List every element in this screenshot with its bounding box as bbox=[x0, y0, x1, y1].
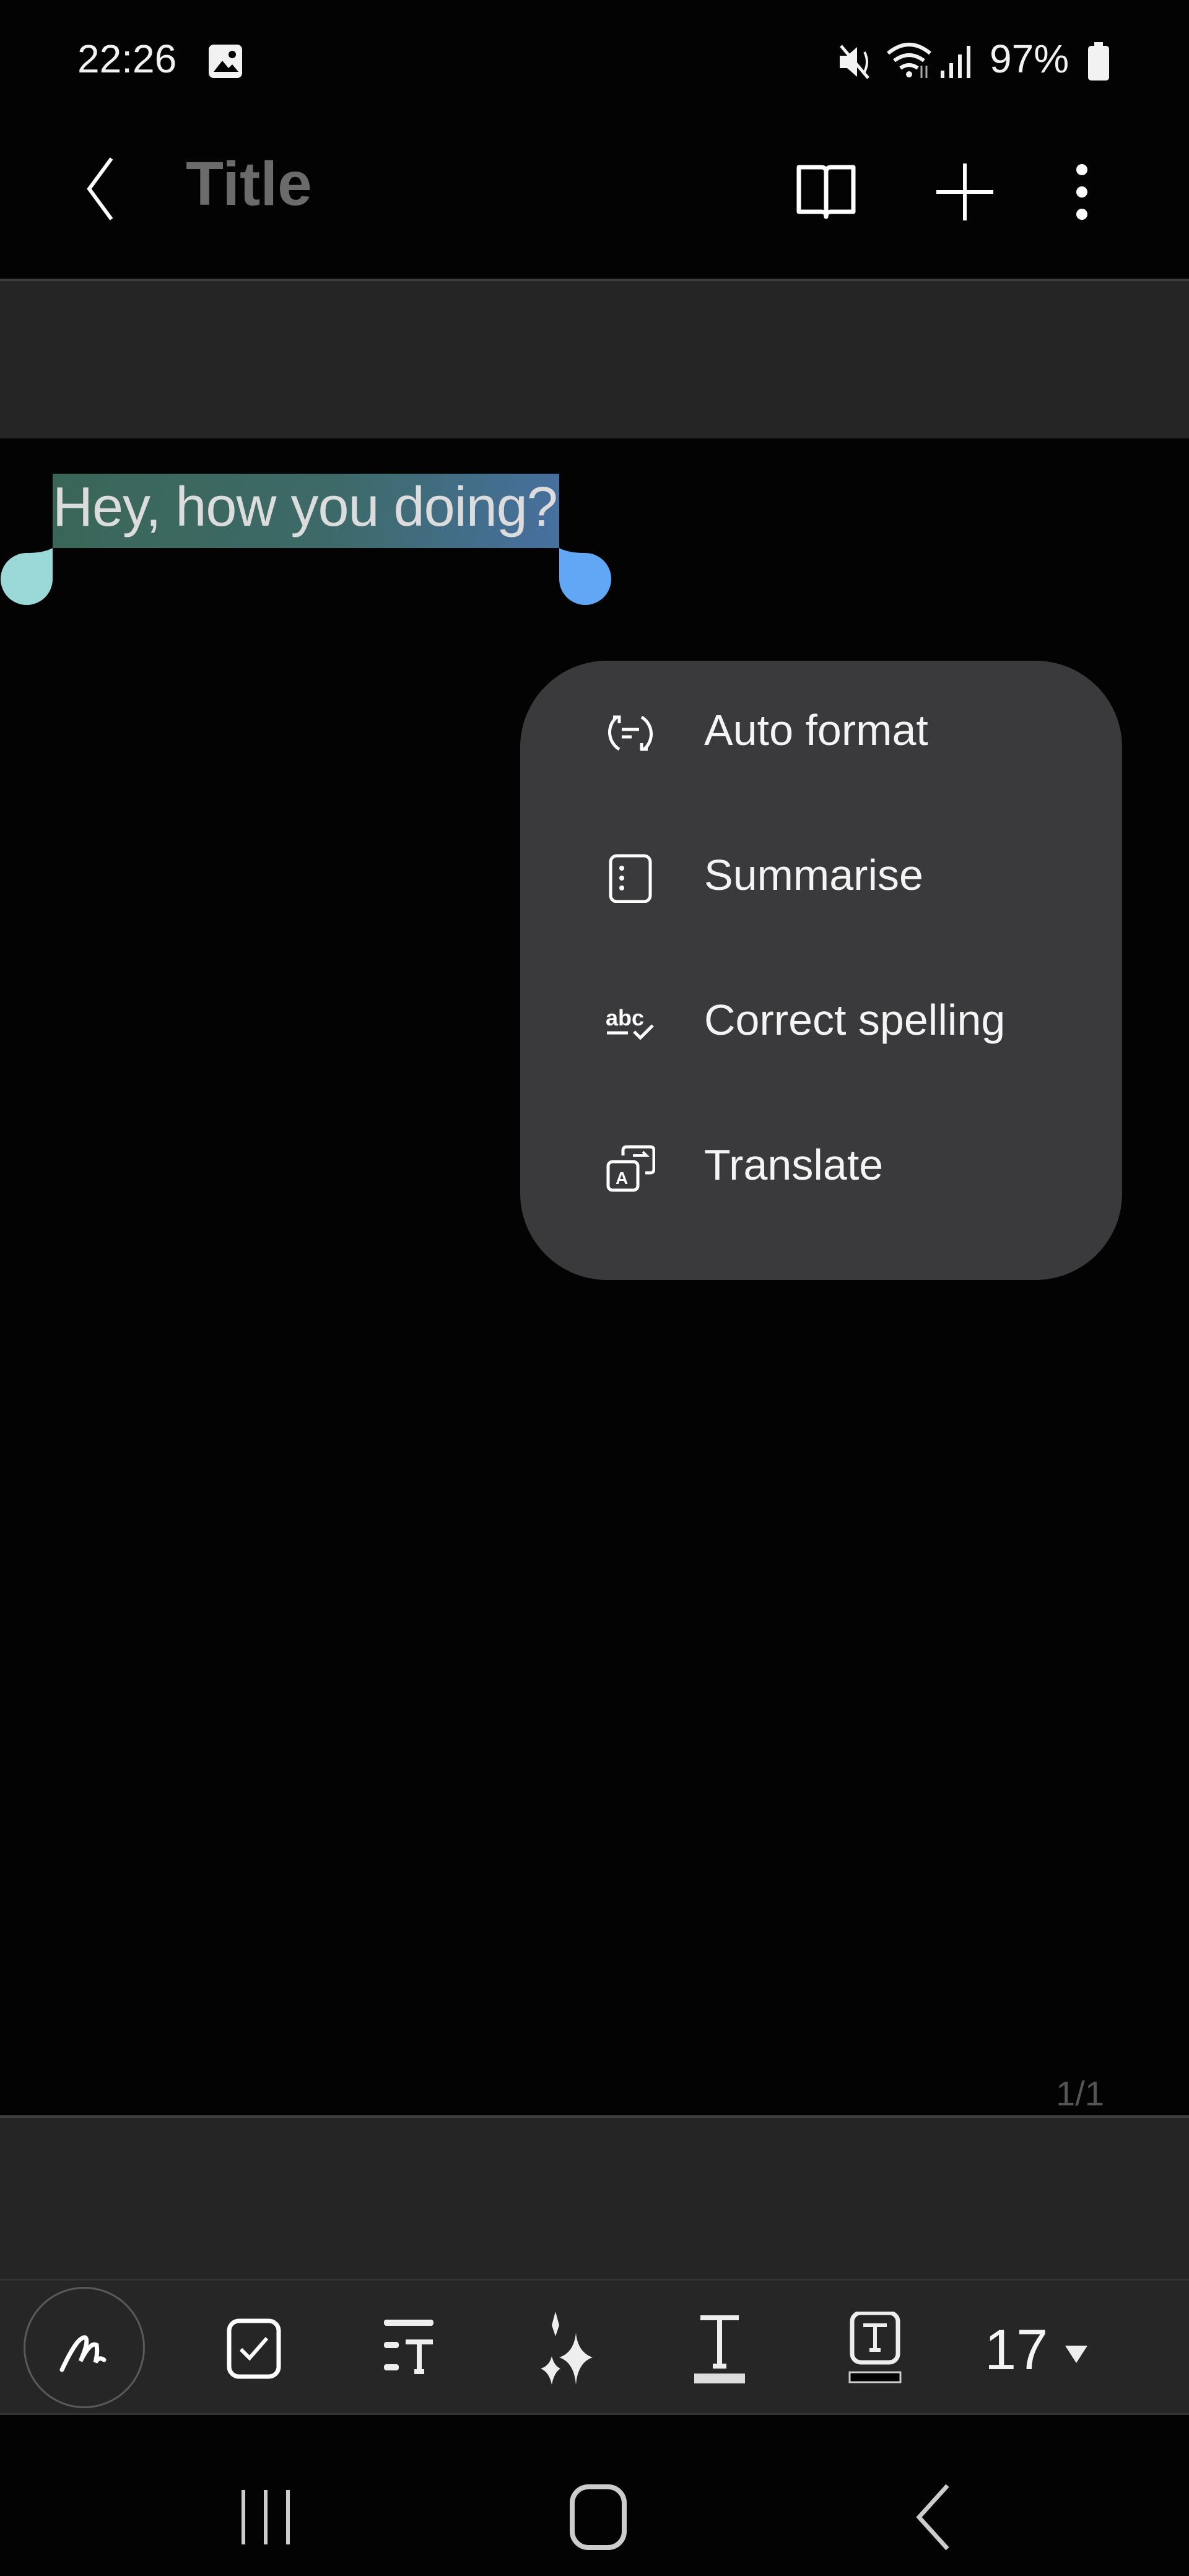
more-options-icon[interactable] bbox=[1069, 161, 1094, 223]
signal-icon bbox=[941, 46, 970, 78]
font-size-dropdown[interactable]: 17 bbox=[985, 2318, 1089, 2383]
recent-apps-icon[interactable] bbox=[238, 2486, 294, 2548]
formatting-toolbar: 17 bbox=[0, 2279, 1189, 2415]
menu-item-translate[interactable]: A Translate bbox=[520, 1095, 1122, 1240]
home-icon[interactable] bbox=[568, 2483, 628, 2551]
navigation-bar bbox=[0, 2415, 1189, 2576]
selected-text[interactable]: Hey, how you doing? bbox=[53, 476, 558, 539]
text-color-icon bbox=[694, 2315, 745, 2383]
page-indicator: 1/1 bbox=[1056, 2074, 1104, 2113]
auto-format-icon bbox=[608, 715, 653, 751]
spell-check-icon: abc bbox=[606, 1005, 654, 1040]
font-size-value: 17 bbox=[985, 2318, 1048, 2382]
menu-item-summarise[interactable]: Summarise bbox=[520, 806, 1122, 951]
status-time: 22:26 bbox=[77, 37, 177, 81]
footer-band bbox=[0, 2118, 1189, 2279]
text-background-button[interactable] bbox=[829, 2302, 921, 2395]
menu-item-label: Summarise bbox=[704, 851, 923, 899]
menu-item-correct-spelling[interactable]: abc Correct spelling bbox=[520, 951, 1122, 1095]
menu-item-auto-format[interactable]: Auto format bbox=[520, 661, 1122, 806]
app-bar: Title bbox=[0, 124, 1189, 280]
svg-text:abc: abc bbox=[606, 1005, 644, 1030]
checkbox-button[interactable] bbox=[207, 2302, 300, 2395]
text-background-icon bbox=[848, 2312, 902, 2383]
checkbox-icon bbox=[227, 2318, 281, 2379]
wifi-icon bbox=[887, 43, 931, 78]
back-icon[interactable] bbox=[81, 155, 118, 223]
chevron-down-icon bbox=[1065, 2345, 1087, 2363]
status-bar: 22:26 97% bbox=[0, 0, 1189, 124]
text-style-button[interactable] bbox=[362, 2302, 455, 2395]
title-band bbox=[0, 281, 1189, 438]
writing-assist-menu: Auto format Summarise abc Correct spelli… bbox=[520, 661, 1122, 1280]
gallery-icon bbox=[209, 45, 242, 78]
back-icon[interactable] bbox=[910, 2483, 954, 2551]
menu-item-label: Correct spelling bbox=[704, 996, 1006, 1044]
svg-text:A: A bbox=[616, 1168, 628, 1188]
battery-percent: 97% bbox=[990, 37, 1069, 81]
summarise-icon bbox=[609, 854, 652, 903]
selection-handle-end[interactable] bbox=[559, 548, 615, 610]
note-title[interactable]: Title bbox=[186, 149, 312, 220]
translate-icon: A bbox=[606, 1145, 655, 1192]
mute-icon bbox=[840, 45, 869, 79]
handwriting-icon bbox=[59, 2335, 107, 2372]
text-style-icon bbox=[384, 2320, 433, 2374]
selection-handle-start[interactable] bbox=[0, 548, 56, 610]
ai-sparkle-icon bbox=[541, 2312, 593, 2385]
add-icon[interactable] bbox=[934, 161, 996, 223]
menu-item-label: Auto format bbox=[704, 706, 928, 754]
reading-mode-icon[interactable] bbox=[794, 161, 858, 223]
ai-assist-button[interactable] bbox=[520, 2302, 613, 2395]
text-color-button[interactable] bbox=[673, 2302, 766, 2395]
battery-icon bbox=[1088, 42, 1109, 80]
handwriting-button[interactable] bbox=[24, 2287, 145, 2408]
menu-item-label: Translate bbox=[704, 1141, 884, 1189]
